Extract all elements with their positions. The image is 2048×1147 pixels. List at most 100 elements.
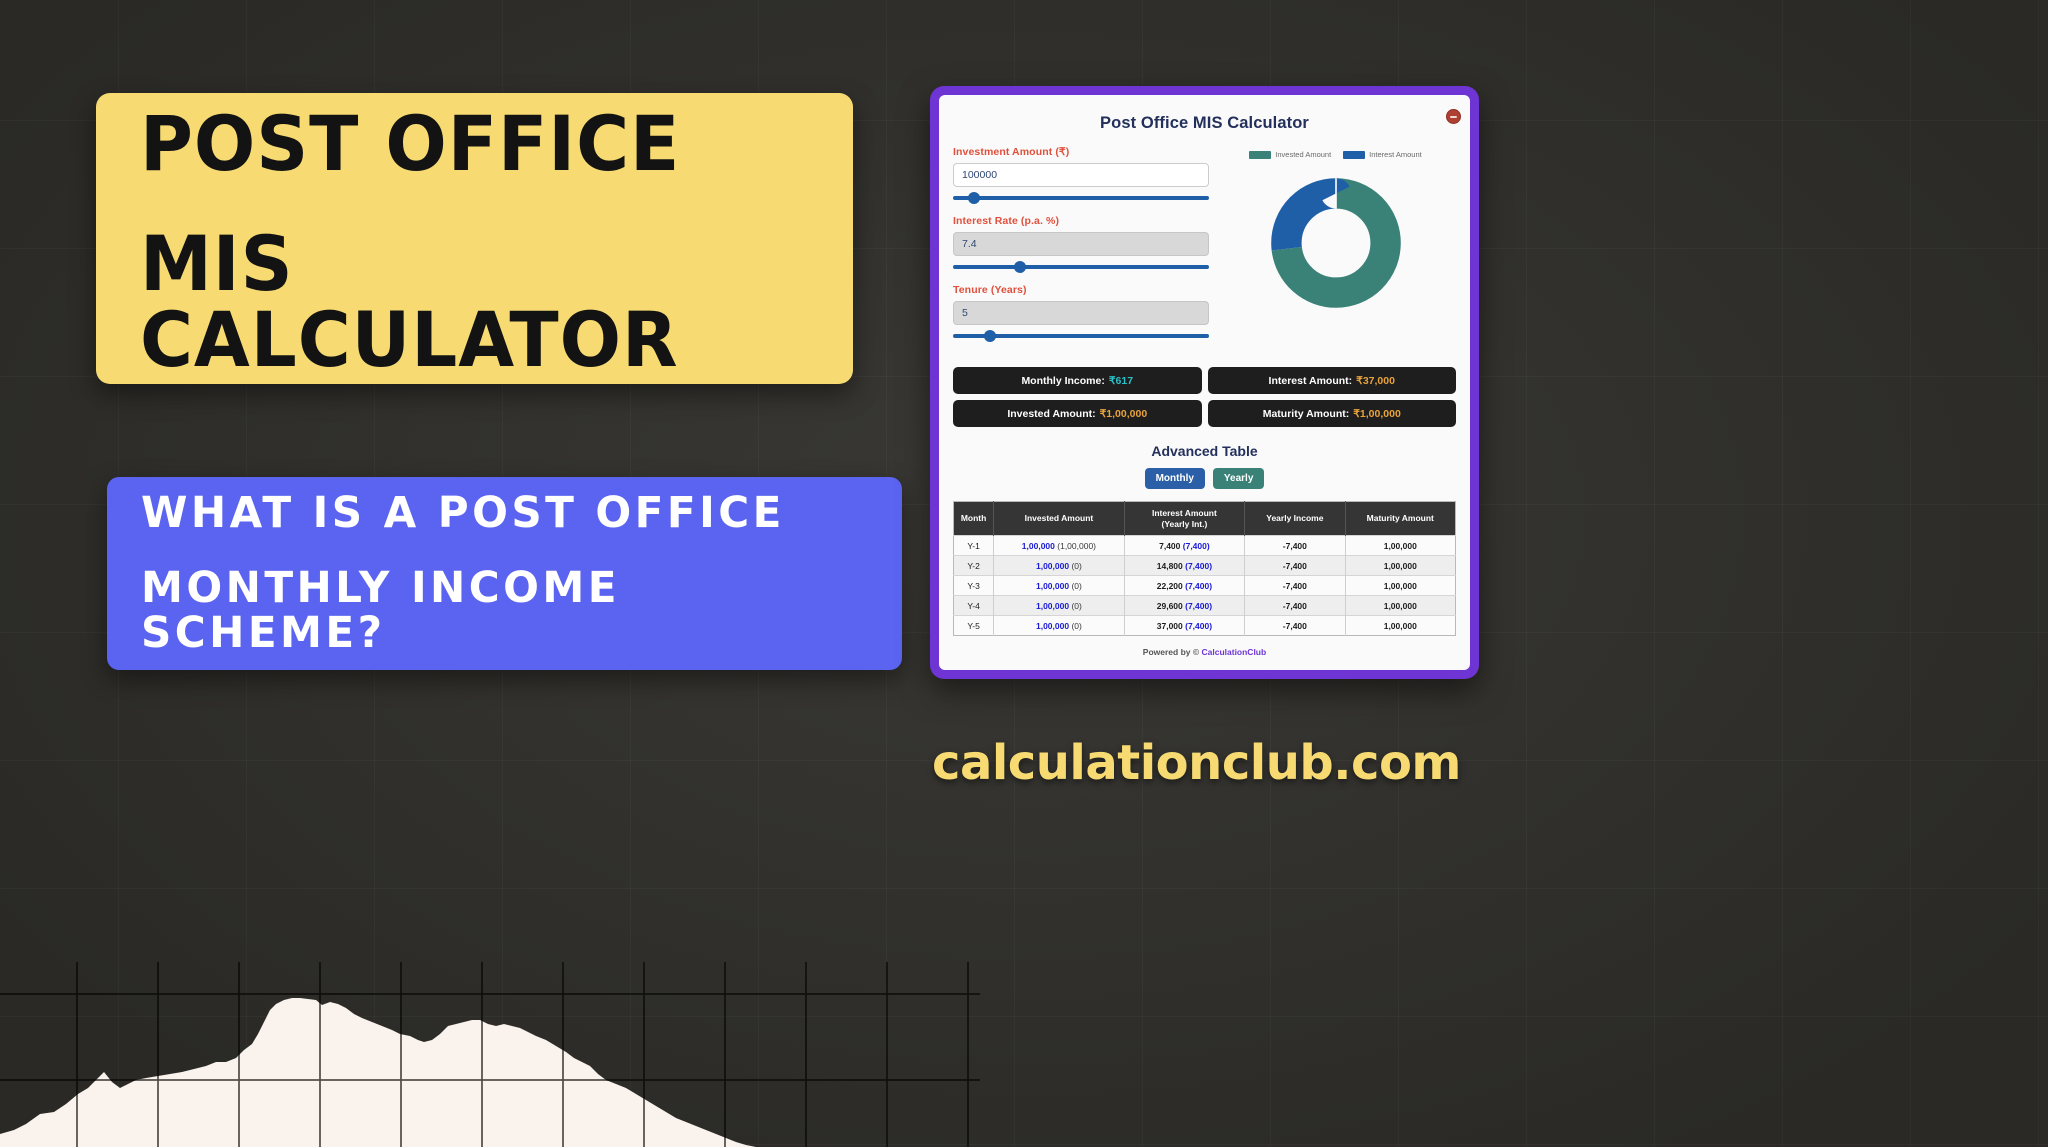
slider-tenure[interactable] <box>953 330 1209 342</box>
cell-month: Y-5 <box>953 615 995 636</box>
cell-month: Y-4 <box>953 595 995 616</box>
input-investment-amount[interactable]: 100000 <box>953 163 1209 187</box>
result-boxes: Monthly Income: ₹617 Interest Amount: ₹3… <box>953 367 1456 427</box>
slider-track-interest <box>953 265 1209 269</box>
col-header-interest-amount: Interest Amount (Yearly Int.) <box>1124 501 1246 536</box>
cell-invested-amount: 1,00,000 (0) <box>993 555 1125 576</box>
site-url-text: calculationclub.com <box>932 735 1461 791</box>
tab-monthly[interactable]: Monthly <box>1144 468 1205 489</box>
cell-yearly-income: -7,400 <box>1244 595 1346 616</box>
input-controls-panel: Investment Amount (₹) 100000 Interest Ra… <box>953 146 1209 353</box>
result-value-interest-amount: ₹37,000 <box>1356 374 1395 387</box>
question-card: WHAT IS A POST OFFICE MONTHLY INCOME SCH… <box>107 477 902 670</box>
field-interest-rate: Interest Rate (p.a. %) 7.4 <box>953 215 1209 273</box>
advanced-table-heading: Advanced Table <box>1151 443 1258 459</box>
footer-brand: CalculationClub <box>1201 647 1267 658</box>
chart-legend: Invested Amount Interest Amount <box>1215 150 1456 159</box>
cell-yearly-income: -7,400 <box>1244 575 1346 596</box>
result-box-monthly-income: Monthly Income: ₹617 <box>953 367 1202 394</box>
field-label-investment-amount: Investment Amount (₹) <box>953 146 1070 158</box>
cell-month: Y-1 <box>953 535 995 556</box>
calculator-window: Post Office MIS Calculator Investment Am… <box>930 86 1479 679</box>
table-row: Y-1 1,00,000 (1,00,000) 7,400 (7,400) -7,40… <box>953 535 1456 556</box>
cell-invested-amount: 1,00,000 (0) <box>993 595 1125 616</box>
col-header-yearly-income: Yearly Income <box>1244 501 1346 536</box>
result-box-invested-amount: Invested Amount: ₹1,00,000 <box>953 400 1202 427</box>
legend-label-invested: Invested Amount <box>1275 150 1332 159</box>
donut-chart-panel: Invested Amount Interest Amount <box>1215 146 1456 353</box>
footer-prefix: Powered by © <box>1142 647 1200 658</box>
col-header-invested-amount: Invested Amount <box>993 501 1125 536</box>
field-investment-amount: Investment Amount (₹) 100000 <box>953 146 1209 204</box>
slider-thumb-tenure[interactable] <box>983 330 996 342</box>
slider-investment-amount[interactable] <box>953 192 1209 204</box>
slider-thumb-interest[interactable] <box>1014 261 1027 273</box>
cell-yearly-income: -7,400 <box>1244 615 1346 636</box>
cell-maturity-amount: 1,00,000 <box>1345 535 1456 556</box>
result-label-invested-amount: Invested Amount: <box>1007 407 1096 420</box>
col-header-maturity-amount: Maturity Amount <box>1345 501 1456 536</box>
calculator-footer: Powered by © CalculationClub <box>953 647 1456 657</box>
legend-item-invested: Invested Amount <box>1249 150 1331 159</box>
question-line-2: MONTHLY INCOME SCHEME? <box>141 562 620 659</box>
field-tenure: Tenure (Years) 5 <box>953 284 1209 342</box>
result-label-interest-amount: Interest Amount: <box>1268 374 1353 387</box>
cell-maturity-amount: 1,00,000 <box>1345 615 1456 636</box>
title-line-1: POST OFFICE <box>140 98 681 188</box>
result-value-invested-amount: ₹1,00,000 <box>1099 407 1148 420</box>
advanced-table-toggle: Monthly Yearly <box>953 468 1456 489</box>
decorative-mountain-graphic <box>0 962 980 1147</box>
result-label-monthly-income: Monthly Income: <box>1021 374 1105 387</box>
slider-thumb-investment[interactable] <box>968 192 981 204</box>
cell-invested-amount: 1,00,000 (0) <box>993 615 1125 636</box>
slider-track-investment <box>953 196 1209 200</box>
donut-chart-svg <box>1270 178 1401 308</box>
result-value-monthly-income: ₹617 <box>1108 374 1134 387</box>
cell-maturity-amount: 1,00,000 <box>1345 595 1456 616</box>
field-label-tenure: Tenure (Years) <box>953 284 1027 296</box>
tab-yearly[interactable]: Yearly <box>1212 468 1265 489</box>
cell-interest-amount: 37,000 (7,400) <box>1124 615 1246 636</box>
question-line-1: WHAT IS A POST OFFICE <box>141 487 785 538</box>
col-header-interest-line1: Interest Amount <box>1151 508 1217 518</box>
slider-interest-rate[interactable] <box>953 261 1209 273</box>
col-header-interest-line2: (Yearly Int.) <box>1161 518 1208 529</box>
cell-interest-amount: 14,800 (7,400) <box>1124 555 1246 576</box>
input-tenure[interactable]: 5 <box>953 301 1209 325</box>
cell-month: Y-3 <box>953 575 995 596</box>
mountain-shape <box>0 998 980 1147</box>
table-row: Y-4 1,00,000 (0) 29,600 (7,400) -7,400 1,00,… <box>953 595 1456 616</box>
advanced-table-head: Month Invested Amount Interest Amount (Y… <box>953 501 1456 536</box>
cell-interest-amount: 22,200 (7,400) <box>1124 575 1246 596</box>
calculator-title: Post Office MIS Calculator <box>1100 114 1309 132</box>
title-line-2: MIS CALCULATOR <box>140 218 679 384</box>
input-interest-rate[interactable]: 7.4 <box>953 232 1209 256</box>
legend-swatch-interest <box>1343 150 1366 159</box>
cell-invested-amount: 1,00,000 (0) <box>993 575 1125 596</box>
minus-circle-icon[interactable] <box>1446 109 1461 124</box>
title-card: POST OFFICE MIS CALCULATOR <box>96 93 853 384</box>
legend-swatch-invested <box>1249 150 1272 159</box>
cell-month: Y-2 <box>953 555 995 576</box>
cell-maturity-amount: 1,00,000 <box>1345 555 1456 576</box>
field-label-interest-rate: Interest Rate (p.a. %) <box>953 215 1060 227</box>
result-box-maturity-amount: Maturity Amount: ₹1,00,000 <box>1207 400 1456 427</box>
table-row: Y-3 1,00,000 (0) 22,200 (7,400) -7,400 1,00,… <box>953 575 1456 596</box>
donut-chart <box>1215 163 1456 323</box>
legend-item-interest: Interest Amount <box>1343 150 1422 159</box>
result-label-maturity-amount: Maturity Amount: <box>1262 407 1350 420</box>
table-row: Y-5 1,00,000 (0) 37,000 (7,400) -7,400 1,00,… <box>953 615 1456 636</box>
cell-yearly-income: -7,400 <box>1244 535 1346 556</box>
cell-maturity-amount: 1,00,000 <box>1345 575 1456 596</box>
cell-interest-amount: 7,400 (7,400) <box>1124 535 1246 556</box>
calculator-content: Post Office MIS Calculator Investment Am… <box>939 95 1470 670</box>
advanced-table: Month Invested Amount Interest Amount (Y… <box>953 501 1456 637</box>
table-row: Y-2 1,00,000 (0) 14,800 (7,400) -7,400 1,00,… <box>953 555 1456 576</box>
cell-invested-amount: 1,00,000 (1,00,000) <box>993 535 1125 556</box>
cell-interest-amount: 29,600 (7,400) <box>1124 595 1246 616</box>
table-header-row: Month Invested Amount Interest Amount (Y… <box>953 501 1456 536</box>
result-box-interest-amount: Interest Amount: ₹37,000 <box>1207 367 1456 394</box>
calculator-main-row: Investment Amount (₹) 100000 Interest Ra… <box>953 146 1456 353</box>
result-value-maturity-amount: ₹1,00,000 <box>1353 407 1401 420</box>
advanced-table-body: Y-1 1,00,000 (1,00,000) 7,400 (7,400) -7,40… <box>953 535 1456 636</box>
